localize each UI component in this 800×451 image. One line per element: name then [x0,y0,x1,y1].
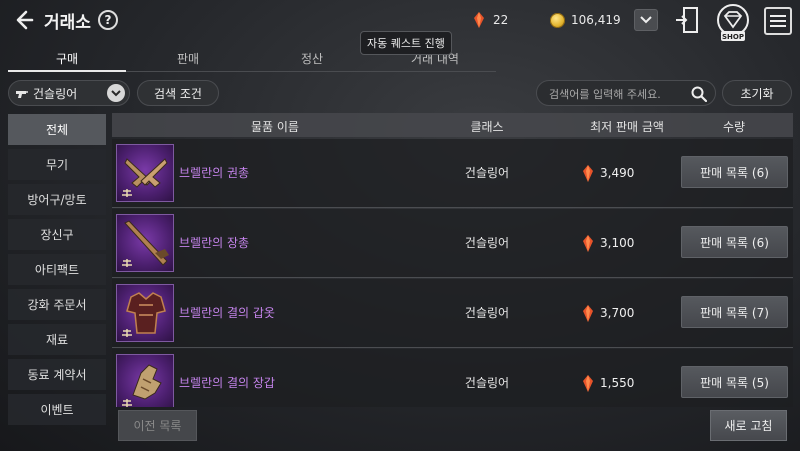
item-armor-icon [116,284,174,342]
sidebar-item-enhance-scroll[interactable]: 강화 주문서 [8,289,106,320]
previous-list-button[interactable]: 이전 목록 [118,410,197,441]
gem-icon [474,12,484,28]
item-name: 브렐란의 결의 장갑 [179,376,275,390]
search-box [536,80,716,106]
search-input[interactable] [549,85,685,103]
hamburger-menu-icon[interactable] [764,7,792,35]
tab-buy[interactable]: 구매 [7,50,127,67]
sidebar-item-event[interactable]: 이벤트 [8,394,106,425]
column-lowest-price: 최저 판매 금액 [590,120,664,134]
sidebar-item-armor-cloak[interactable]: 방어구/망토 [8,184,106,215]
sale-listing-button[interactable]: 판매 목록 (6) [681,226,788,258]
price-value: 1,550 [600,376,635,390]
sidebar-item-artifact[interactable]: 아티팩트 [8,254,106,285]
page-title: 거래소 [44,13,91,33]
item-price: 3,100 [582,209,634,277]
item-class: 건슬링어 [464,306,510,320]
sale-listing-button[interactable]: 판매 목록 (5) [681,366,788,398]
refresh-button[interactable]: 새로 고침 [710,410,787,441]
table-row[interactable]: 브렐란의 결의 갑옷 건슬링어 3,700 판매 목록 (7) [112,279,793,347]
price-value: 3,700 [600,306,635,320]
sidebar-item-accessory[interactable]: 장신구 [8,219,106,250]
gold-currency: 106,419 [550,9,621,31]
tab-divider [126,71,496,72]
table-row[interactable]: 브렐란의 권총 건슬링어 3,490 판매 목록 (6) [112,139,793,207]
gem-icon [583,374,593,392]
gem-icon [583,234,593,252]
sidebar-item-all[interactable]: 전체 [8,114,106,145]
chevron-down-icon [107,84,125,102]
gold-amount: 106,419 [571,13,621,27]
price-value: 3,100 [600,236,635,250]
active-tab-indicator [8,70,126,72]
search-icon[interactable] [691,86,707,102]
item-name: 브렐란의 장총 [179,236,250,250]
chevron-down-icon [640,16,652,24]
currency-dropdown-button[interactable] [634,9,658,31]
item-rifle-icon [116,214,174,272]
item-pistol-icon [116,144,174,202]
gem-currency: 22 [473,9,508,31]
class-select[interactable]: 건슬링어 [8,80,130,106]
item-class: 건슬링어 [464,166,510,180]
shop-label: SHOP [722,33,744,41]
help-icon[interactable]: ? [98,10,118,30]
class-select-value: 건슬링어 [33,86,78,101]
search-condition-button[interactable]: 검색 조건 [137,80,219,106]
gem-icon [583,164,593,182]
table-row[interactable]: 브렐란의 결의 장갑 건슬링어 1,550 판매 목록 (5) [112,349,793,407]
sidebar-item-material[interactable]: 재료 [8,324,106,355]
item-price: 3,700 [582,279,634,347]
row-divider [112,207,793,208]
tab-sell[interactable]: 판매 [128,50,248,67]
gunslinger-class-icon [16,91,28,98]
column-class: 클래스 [470,120,504,134]
item-price: 3,490 [582,139,634,207]
price-value: 3,490 [600,166,635,180]
item-name: 브렐란의 결의 갑옷 [179,306,275,320]
sale-listing-button[interactable]: 판매 목록 (7) [681,296,788,328]
reset-button[interactable]: 초기화 [722,80,792,106]
auto-quest-tooltip: 자동 퀘스트 진행 [360,31,452,55]
row-divider [112,277,793,278]
row-divider [112,347,793,348]
sale-listing-button[interactable]: 판매 목록 (6) [681,156,788,188]
exit-door-icon[interactable] [674,6,700,34]
gold-coin-icon [550,12,565,28]
item-gloves-icon [116,354,174,407]
column-quantity: 수량 [722,120,746,134]
column-item-name: 물품 이름 [251,120,299,134]
item-price: 1,550 [582,349,634,407]
gem-amount: 22 [493,13,509,27]
item-name: 브렐란의 권총 [179,166,250,180]
gem-icon [583,304,593,322]
table-row[interactable]: 브렐란의 장총 건슬링어 3,100 판매 목록 (6) [112,209,793,277]
sidebar-item-companion-contract[interactable]: 동료 계약서 [8,359,106,390]
table-header: 물품 이름 클래스 최저 판매 금액 수량 [112,113,793,137]
shop-icon[interactable]: SHOP [713,2,753,42]
back-arrow-icon[interactable] [12,8,36,32]
sidebar-item-weapon[interactable]: 무기 [8,149,106,180]
item-class: 건슬링어 [464,236,510,250]
item-class: 건슬링어 [464,376,510,390]
tab-settlement[interactable]: 정산 [252,50,372,67]
